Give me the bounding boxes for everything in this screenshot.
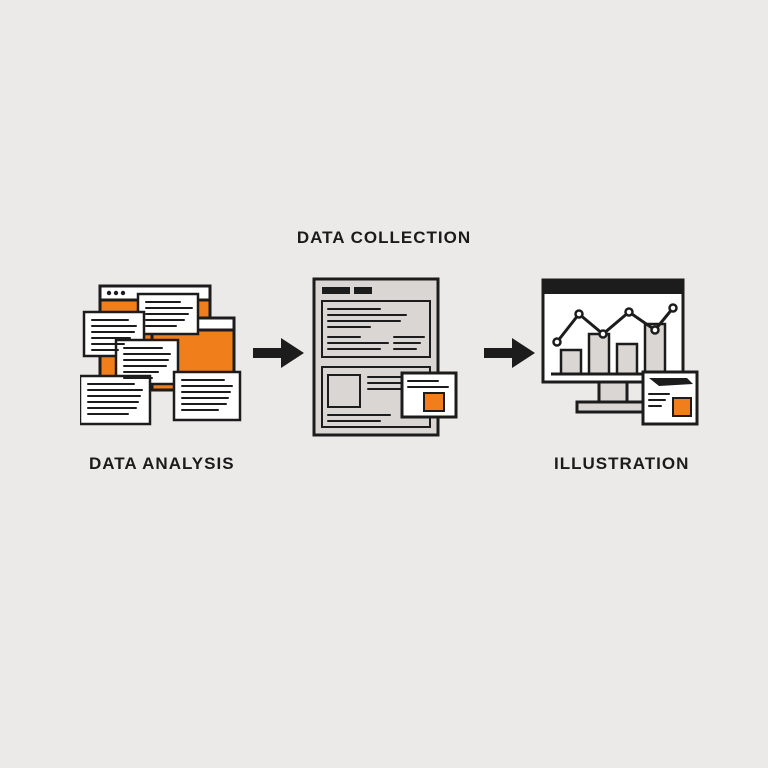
form-document-icon bbox=[310, 275, 460, 440]
step-illustration bbox=[537, 272, 702, 437]
step-data-analysis bbox=[80, 280, 250, 435]
workflow-diagram: DATA COLLECTION DATA ANALYSIS ILLUSTRATI… bbox=[0, 0, 768, 768]
arrow-icon bbox=[251, 335, 306, 371]
step-label-data-analysis: DATA ANALYSIS bbox=[89, 454, 235, 474]
step-label-data-collection: DATA COLLECTION bbox=[0, 228, 768, 248]
monitor-chart-icon bbox=[537, 272, 702, 437]
documents-stack-icon bbox=[80, 280, 250, 435]
arrow-icon bbox=[482, 335, 537, 371]
step-data-collection bbox=[310, 275, 460, 440]
step-label-illustration: ILLUSTRATION bbox=[554, 454, 689, 474]
